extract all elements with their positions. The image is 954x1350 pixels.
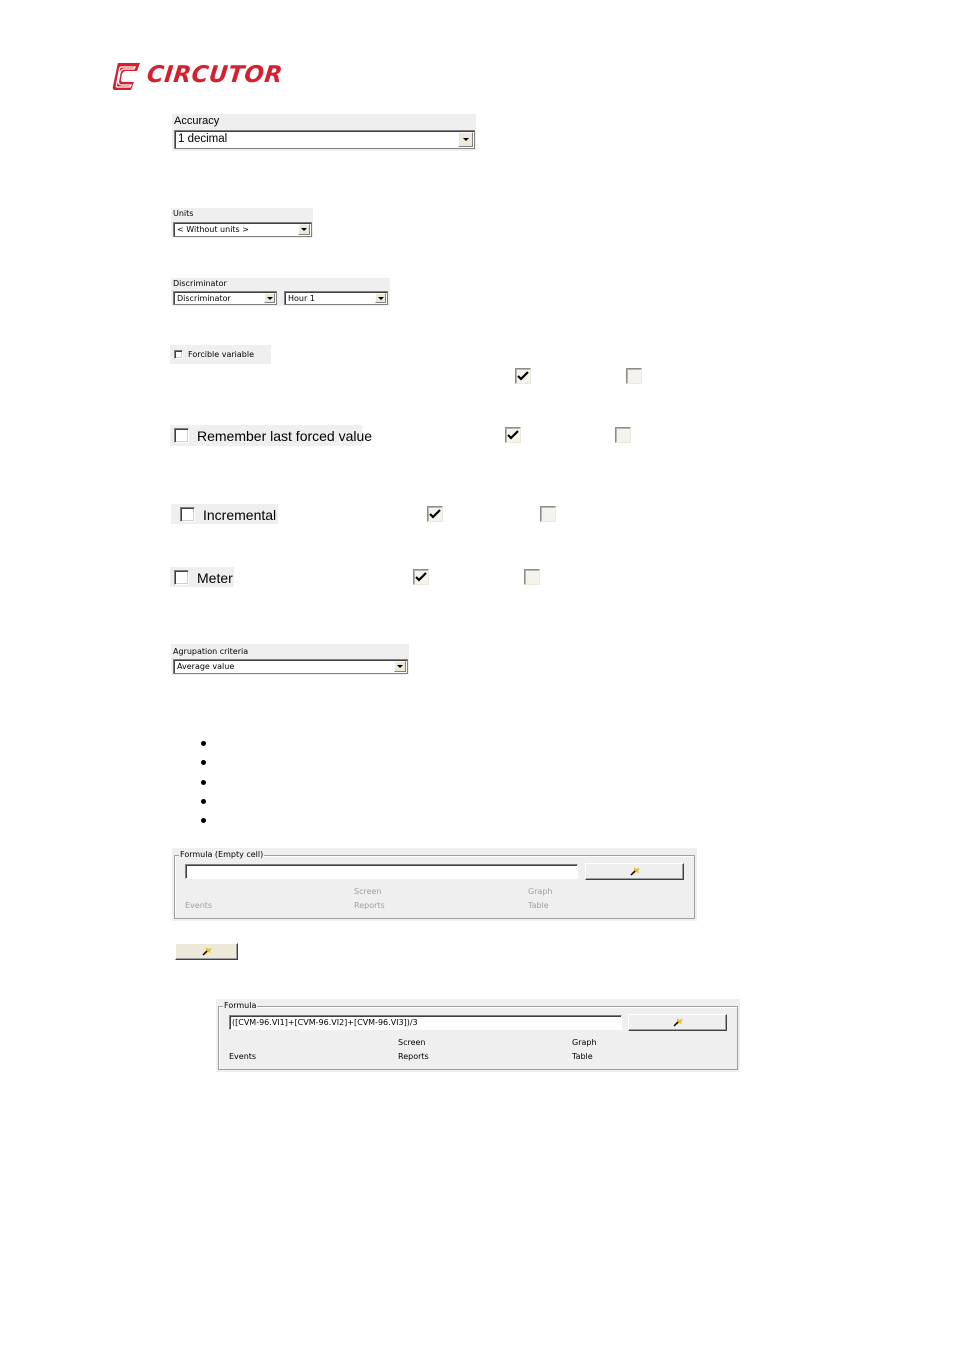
formula-filled-tag-graph: Graph [572,1038,597,1047]
remember-unchecked-example-checkbox [615,427,631,443]
formula-filled-tag-reports: Reports [398,1052,429,1061]
incremental-label: Incremental [203,507,277,523]
agrupation-panel: Agrupation criteria Average value [171,644,409,675]
remember-last-forced-panel: Remember last forced value [170,425,372,446]
incremental-panel: Incremental [171,504,278,524]
formula-filled-legend: Formula [223,1001,258,1011]
forcible-checked-example-checkbox [515,368,531,384]
incremental-checkbox[interactable] [180,507,195,522]
formula-empty-input[interactable] [185,864,578,879]
discriminator-type-value: Discriminator [177,294,231,303]
formula-wizard-icon [201,947,212,956]
discriminator-type-select[interactable]: Discriminator [173,291,277,305]
units-panel: Units < Without units > [171,208,313,238]
checkmark-icon [517,371,529,381]
list-bullet [201,818,206,823]
meter-panel: Meter [170,567,234,587]
formula-empty-group: Formula (Empty cell) Screen Graph Events… [172,848,697,921]
meter-checkbox[interactable] [174,570,189,585]
forcible-unchecked-example-checkbox [626,368,642,384]
formula-wizard-icon [629,867,640,876]
formula-filled-tag-screen: Screen [398,1038,426,1047]
formula-empty-tag-graph: Graph [528,887,553,896]
formula-filled-input[interactable]: ([CVM-96.VI1]+[CVM-96.VI2]+[CVM-96.VI3])… [229,1015,622,1030]
remember-last-forced-checkbox[interactable] [174,428,189,443]
formula-filled-wizard-button[interactable] [628,1014,727,1031]
chevron-down-icon [266,296,273,300]
remember-checked-example-checkbox [505,427,521,443]
standalone-wizard-button[interactable] [175,943,238,960]
meter-label: Meter [197,570,233,586]
formula-empty-legend: Formula (Empty cell) [179,850,265,860]
checkmark-icon [429,509,441,519]
meter-unchecked-example-checkbox [524,569,540,585]
chevron-down-icon [397,665,403,668]
discriminator-period-value: Hour 1 [288,294,315,303]
formula-empty-tag-reports: Reports [354,901,385,910]
circutor-logo: CIRCUTOR [112,58,285,92]
agrupation-dropdown-button[interactable] [394,661,406,672]
formula-empty-tag-table: Table [528,901,549,910]
formula-empty-tag-events: Events [185,901,213,910]
list-bullet [201,741,206,746]
circutor-c-logo-icon [112,60,142,90]
discriminator-panel: Discriminator Discriminator Hour 1 [171,278,390,306]
discriminator-period-select[interactable]: Hour 1 [284,291,388,305]
formula-empty-tag-screen: Screen [354,887,382,896]
units-dropdown-button[interactable] [298,224,310,235]
accuracy-value: 1 decimal [178,133,228,145]
remember-last-forced-label: Remember last forced value [197,428,373,444]
agrupation-select[interactable]: Average value [173,659,408,674]
list-bullet [201,780,206,785]
discriminator-label: Discriminator [173,279,227,288]
accuracy-select[interactable]: 1 decimal [174,130,475,149]
meter-checked-example-checkbox [413,569,429,585]
formula-empty-wizard-button[interactable] [585,863,684,880]
formula-filled-value: ([CVM-96.VI1]+[CVM-96.VI2]+[CVM-96.VI3])… [232,1018,418,1027]
agrupation-label: Agrupation criteria [173,647,249,656]
agrupation-value: Average value [177,662,235,671]
formula-filled-group: Formula ([CVM-96.VI1]+[CVM-96.VI2]+[CVM-… [216,999,740,1072]
units-select[interactable]: < Without units > [173,222,312,237]
brand-name: CIRCUTOR [145,62,285,88]
accuracy-label: Accuracy [174,115,220,127]
accuracy-panel: Accuracy 1 decimal [172,114,476,151]
formula-wizard-icon [672,1018,683,1027]
checkmark-icon [415,572,427,582]
chevron-down-icon [377,296,384,300]
incremental-unchecked-example-checkbox [540,506,556,522]
formula-filled-tag-table: Table [572,1052,593,1061]
chevron-down-icon [462,138,469,141]
checkmark-icon [507,430,519,440]
list-bullet [201,799,206,804]
units-value: < Without units > [177,225,249,234]
discriminator-period-dropdown-button[interactable] [375,293,386,303]
forcible-variable-checkbox[interactable] [174,350,183,359]
forcible-variable-panel: Forcible variable [170,345,271,364]
forcible-variable-label: Forcible variable [188,350,254,359]
chevron-down-icon [301,228,307,231]
incremental-checked-example-checkbox [427,506,443,522]
list-bullet [201,760,206,765]
units-label: Units [173,209,194,218]
discriminator-type-dropdown-button[interactable] [264,293,275,303]
accuracy-dropdown-button[interactable] [458,132,473,147]
formula-filled-tag-events: Events [229,1052,257,1061]
